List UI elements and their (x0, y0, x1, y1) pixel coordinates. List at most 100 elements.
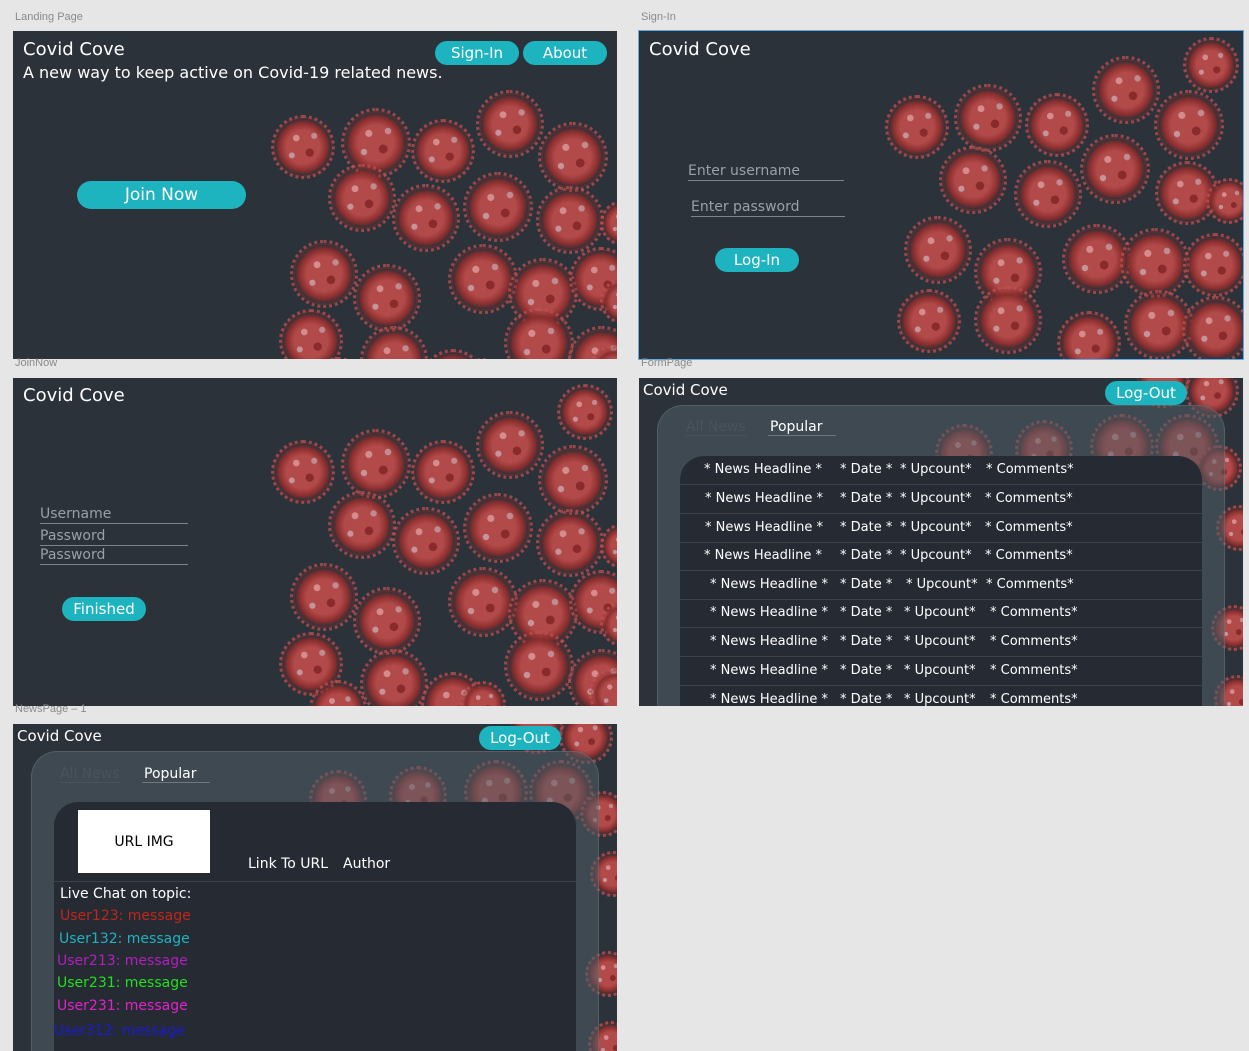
news-comments[interactable]: * Comments* (986, 462, 1074, 477)
virus-image (341, 429, 411, 499)
tab-popular[interactable]: Popular (768, 419, 836, 436)
virus-image (599, 522, 617, 570)
virus-image (476, 90, 544, 158)
virus-image (360, 649, 428, 706)
virus-image (1182, 232, 1243, 298)
news-date: * Date * (840, 462, 893, 477)
news-panel: All News Popular * News Headline * * Dat… (657, 405, 1225, 706)
table-row[interactable]: * News Headline * * Date * * Upcount* * … (680, 628, 1202, 657)
virus-image (538, 445, 608, 515)
brand-title: Covid Cove (649, 39, 751, 60)
newspage-artboard: Covid Cove Log-Out All News Popular URL … (13, 724, 617, 1051)
username-input[interactable]: Username (40, 506, 188, 524)
news-upcount: * Upcount* (900, 548, 972, 563)
virus-image (463, 493, 533, 563)
chat-message: User312: message (54, 1023, 185, 1039)
virus-image (599, 277, 617, 325)
news-comments[interactable]: * Comments* (990, 692, 1078, 706)
frame-label-formpage: FormPage (641, 357, 693, 369)
article-link[interactable]: Link To URL (248, 856, 328, 872)
table-row[interactable]: * News Headline * * Date * * Upcount* * … (680, 599, 1202, 628)
landing-artboard: Covid Cove A new way to keep active on C… (13, 31, 617, 359)
news-comments[interactable]: * Comments* (985, 548, 1073, 563)
frame-label-newspage: NewsPage – 1 (15, 703, 87, 715)
news-date: * Date * (840, 663, 893, 678)
table-row[interactable]: * News Headline * * Date * * Upcount* * … (680, 571, 1202, 600)
news-headline[interactable]: * News Headline * (704, 462, 822, 477)
news-headline[interactable]: * News Headline * (704, 548, 822, 563)
news-date: * Date * (840, 692, 893, 706)
news-headline[interactable]: * News Headline * (710, 605, 828, 620)
news-headline[interactable]: * News Headline * (705, 491, 823, 506)
frame-label-landing: Landing Page (15, 11, 83, 23)
virus-image (1092, 56, 1160, 124)
divider (54, 881, 576, 882)
login-button[interactable]: Log-In (715, 248, 799, 272)
chat-message: User132: message (59, 931, 190, 947)
virus-image (1205, 177, 1243, 225)
tab-popular[interactable]: Popular (142, 766, 210, 783)
news-headline[interactable]: * News Headline * (705, 520, 823, 535)
tagline: A new way to keep active on Covid-19 rel… (23, 63, 443, 82)
virus-image (420, 348, 486, 359)
news-upcount: * Upcount* (904, 634, 976, 649)
news-upcount: * Upcount* (900, 491, 972, 506)
username-input[interactable]: Enter username (688, 163, 844, 181)
tab-all-news[interactable]: All News (60, 766, 120, 783)
news-upcount: * Upcount* (904, 663, 976, 678)
virus-image (939, 146, 1007, 214)
news-comments[interactable]: * Comments* (990, 605, 1078, 620)
password-input[interactable]: Password (40, 528, 188, 546)
virus-image (1056, 310, 1122, 359)
virus-image (954, 84, 1022, 152)
virus-image (328, 491, 396, 559)
table-row[interactable]: * News Headline * * Date * * Upcount* * … (680, 485, 1202, 514)
virus-image (392, 507, 460, 575)
news-panel: All News Popular URL IMG Link To URL Aut… (31, 751, 599, 1051)
virus-image (896, 288, 962, 354)
password-input[interactable]: Enter password (691, 199, 845, 217)
news-upcount: * Upcount* (906, 577, 978, 592)
news-headline[interactable]: * News Headline * (710, 577, 828, 592)
virus-image (360, 326, 428, 359)
virus-image (974, 286, 1042, 354)
news-headline[interactable]: * News Headline * (710, 692, 828, 706)
joinnow-artboard: Covid Cove Username Password Password Fi… (13, 378, 617, 706)
article-image: URL IMG (78, 810, 210, 873)
news-comments[interactable]: * Comments* (986, 577, 1074, 592)
table-row[interactable]: * News Headline * * Date * * Upcount* * … (680, 514, 1202, 543)
news-comments[interactable]: * Comments* (990, 663, 1078, 678)
join-now-button[interactable]: Join Now (77, 181, 246, 209)
news-date: * Date * (840, 548, 893, 563)
news-headline[interactable]: * News Headline * (710, 663, 828, 678)
table-row[interactable]: * News Headline * * Date * * Upcount* * … (680, 542, 1202, 571)
news-date: * Date * (840, 491, 893, 506)
about-button[interactable]: About (523, 41, 607, 65)
news-headline[interactable]: * News Headline * (710, 634, 828, 649)
table-row[interactable]: * News Headline * * Date * * Upcount* * … (680, 657, 1202, 686)
news-comments[interactable]: * Comments* (990, 634, 1078, 649)
logout-button[interactable]: Log-Out (1105, 381, 1187, 405)
news-comments[interactable]: * Comments* (985, 491, 1073, 506)
news-date: * Date * (840, 605, 893, 620)
virus-image (589, 345, 617, 359)
signin-button[interactable]: Sign-In (435, 41, 519, 65)
brand-title: Covid Cove (17, 727, 102, 745)
chat-message: User231: message (57, 975, 188, 991)
finished-button[interactable]: Finished (62, 597, 146, 621)
table-row[interactable]: * News Headline * * Date * * Upcount* * … (680, 686, 1202, 706)
virus-image (410, 439, 476, 505)
logout-button[interactable]: Log-Out (479, 726, 561, 750)
virus-image (290, 563, 358, 631)
confirm-password-input[interactable]: Password (40, 547, 188, 565)
frame-label-signin: Sign-In (641, 11, 676, 23)
virus-image (599, 600, 617, 648)
virus-image (1080, 134, 1150, 204)
virus-image (538, 122, 608, 192)
signin-artboard: Covid Cove Enter username Enter password… (638, 30, 1244, 360)
tab-all-news[interactable]: All News (686, 419, 746, 436)
news-upcount: * Upcount* (904, 692, 976, 706)
virus-image (278, 308, 344, 359)
table-row[interactable]: * News Headline * * Date * * Upcount* * … (680, 456, 1202, 485)
news-comments[interactable]: * Comments* (985, 520, 1073, 535)
